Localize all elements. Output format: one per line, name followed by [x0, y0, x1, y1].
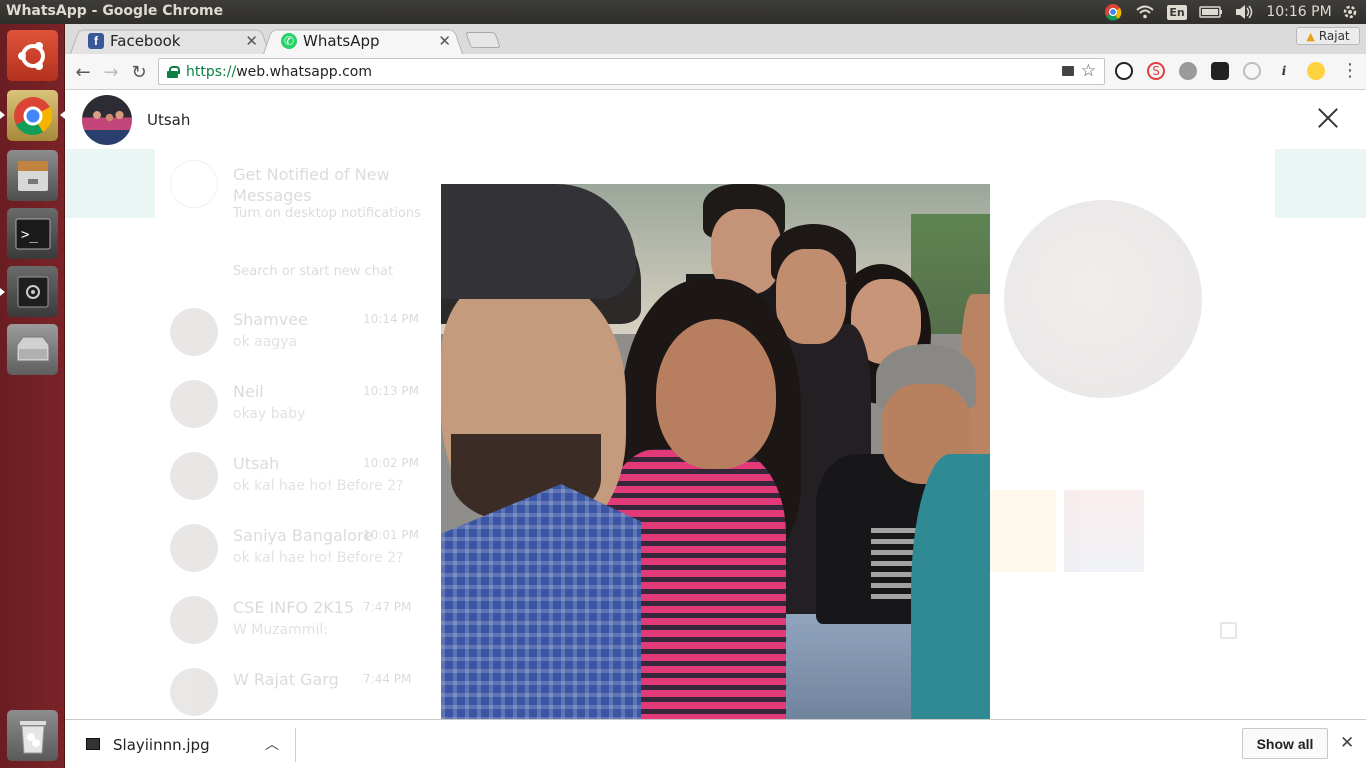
- reload-icon[interactable]: ↻: [127, 60, 151, 84]
- whatsapp-icon: ✆: [281, 32, 297, 49]
- tab-label: WhatsApp: [303, 31, 380, 50]
- close-download-shelf-icon[interactable]: ✕: [1340, 733, 1354, 753]
- background-media-thumbnail: [1064, 490, 1144, 572]
- chat-list-item: Saniya Bangalore 10:01 PM ok kal hae ho!…: [158, 512, 448, 584]
- battery-icon[interactable]: [1198, 0, 1224, 24]
- emoji-extension-icon[interactable]: [1307, 62, 1325, 80]
- running-indicator: [0, 288, 5, 296]
- warning-icon: ▲: [1306, 29, 1315, 43]
- svg-text:>_: >_: [21, 227, 38, 243]
- system-top-panel: WhatsApp - Google Chrome En 10:16 PM: [0, 0, 1366, 24]
- whatsapp-web-page: Get Notified of New Messages Turn on des…: [65, 91, 1366, 719]
- divider: [295, 728, 296, 762]
- profile-name: Rajat: [1318, 29, 1350, 43]
- close-tab-icon[interactable]: ✕: [245, 32, 258, 50]
- back-arrow-icon[interactable]: ←: [71, 60, 95, 84]
- grey-extension-icon[interactable]: [1243, 62, 1261, 80]
- launcher-terminal-button[interactable]: >_: [7, 208, 58, 259]
- search-placeholder: Search or start new chat: [233, 264, 394, 279]
- address-bar[interactable]: https://web.whatsapp.com ☆: [158, 58, 1105, 85]
- chat-list-item: Utsah 10:02 PM ok kal hae ho! Before 2?: [158, 440, 448, 512]
- new-tab-button[interactable]: [465, 32, 501, 48]
- profile-button[interactable]: ▲ Rajat: [1296, 27, 1360, 45]
- facebook-icon: f: [88, 32, 104, 49]
- tab-strip: f Facebook ✕ ✆ WhatsApp ✕ ▲ Rajat: [65, 24, 1366, 54]
- show-all-downloads-button[interactable]: Show all: [1242, 728, 1328, 759]
- camera-icon[interactable]: [1062, 66, 1074, 76]
- chat-list-item: CSE INFO 2K15 7:47 PM W Muzammil:: [158, 584, 448, 656]
- forward-arrow-icon[interactable]: →: [99, 60, 123, 84]
- launcher-disk-utility-button[interactable]: [7, 266, 58, 317]
- url-host: web.whatsapp.com: [236, 63, 372, 80]
- lock-icon[interactable]: [167, 65, 180, 78]
- volume-icon[interactable]: [1232, 0, 1256, 24]
- media-viewer-header: Utsah: [65, 91, 1366, 149]
- clock[interactable]: 10:16 PM: [1266, 0, 1332, 24]
- hard-drive-icon: [16, 336, 49, 361]
- chat-list-item: W Rajat Garg 7:44 PM: [158, 656, 448, 719]
- launcher-chrome-button[interactable]: [7, 90, 58, 141]
- chevron-up-icon[interactable]: ︿: [265, 734, 279, 754]
- chrome-window: f Facebook ✕ ✆ WhatsApp ✕ ▲ Rajat ← → ↻ …: [65, 24, 1366, 768]
- background-checkbox: [1220, 622, 1237, 639]
- unity-launcher: >_: [0, 24, 65, 768]
- background-header-strip: [65, 148, 155, 218]
- chrome-tray-icon[interactable]: [1102, 0, 1124, 24]
- bookmark-star-icon[interactable]: ☆: [1081, 61, 1096, 81]
- download-shelf: Slayiinnn.jpg ︿ Show all ✕: [65, 719, 1366, 768]
- launcher-files-button[interactable]: [7, 150, 58, 201]
- chrome-icon: [13, 96, 52, 135]
- media-photo[interactable]: [441, 184, 990, 719]
- image-file-icon: [86, 738, 100, 750]
- safe-icon: [17, 276, 48, 307]
- chrome-menu-icon[interactable]: ⋮: [1341, 60, 1359, 81]
- keyboard-layout-indicator[interactable]: En: [1166, 0, 1188, 24]
- tab-facebook[interactable]: f Facebook ✕: [70, 27, 270, 54]
- bear-extension-icon[interactable]: [1211, 62, 1229, 80]
- ubuntu-logo-icon: [17, 41, 45, 70]
- globe-extension-icon[interactable]: [1179, 62, 1197, 80]
- close-icon[interactable]: [1315, 105, 1341, 131]
- background-profile-photo: [1004, 200, 1202, 398]
- info-extension-icon[interactable]: i: [1275, 62, 1293, 80]
- notification-subtitle: Turn on desktop notifications: [233, 206, 421, 221]
- system-settings-gear-icon[interactable]: [1338, 0, 1362, 24]
- background-contact-info: [976, 148, 1280, 708]
- wifi-icon[interactable]: [1134, 0, 1156, 24]
- notification-title: Get Notified of New Messages: [233, 165, 390, 205]
- launcher-drive-button[interactable]: [7, 324, 58, 375]
- ubuntu-dash-button[interactable]: [7, 30, 58, 81]
- launcher-trash-button[interactable]: [7, 710, 58, 761]
- terminal-icon: >_: [15, 218, 50, 249]
- url-scheme: https://: [186, 63, 237, 80]
- soccer-ball-extension-icon[interactable]: [1115, 62, 1133, 80]
- download-filename[interactable]: Slayiinnn.jpg: [113, 736, 210, 754]
- close-tab-icon[interactable]: ✕: [438, 32, 451, 50]
- red-circle-extension-icon[interactable]: S: [1147, 62, 1165, 80]
- tab-whatsapp[interactable]: ✆ WhatsApp ✕: [263, 27, 463, 54]
- chat-list-item: Neil 10:13 PM okay baby: [158, 368, 448, 440]
- keyboard-layout-label: En: [1167, 4, 1187, 20]
- notification-banner: Get Notified of New Messages Turn on des…: [158, 148, 448, 279]
- sender-name[interactable]: Utsah: [147, 111, 190, 129]
- chat-list-item: Shamvee 10:14 PM ok aagya: [158, 296, 448, 368]
- running-indicator: [0, 111, 5, 119]
- avatar[interactable]: [82, 95, 132, 145]
- window-title: WhatsApp - Google Chrome: [6, 3, 224, 19]
- browser-toolbar: ← → ↻ https://web.whatsapp.com ☆ S i ⋮: [65, 54, 1366, 90]
- file-cabinet-icon: [17, 160, 48, 191]
- trash-icon: [19, 720, 46, 753]
- tab-label: Facebook: [110, 31, 181, 50]
- background-chat-list: Get Notified of New Messages Turn on des…: [158, 148, 448, 716]
- background-header-strip: [1275, 148, 1366, 218]
